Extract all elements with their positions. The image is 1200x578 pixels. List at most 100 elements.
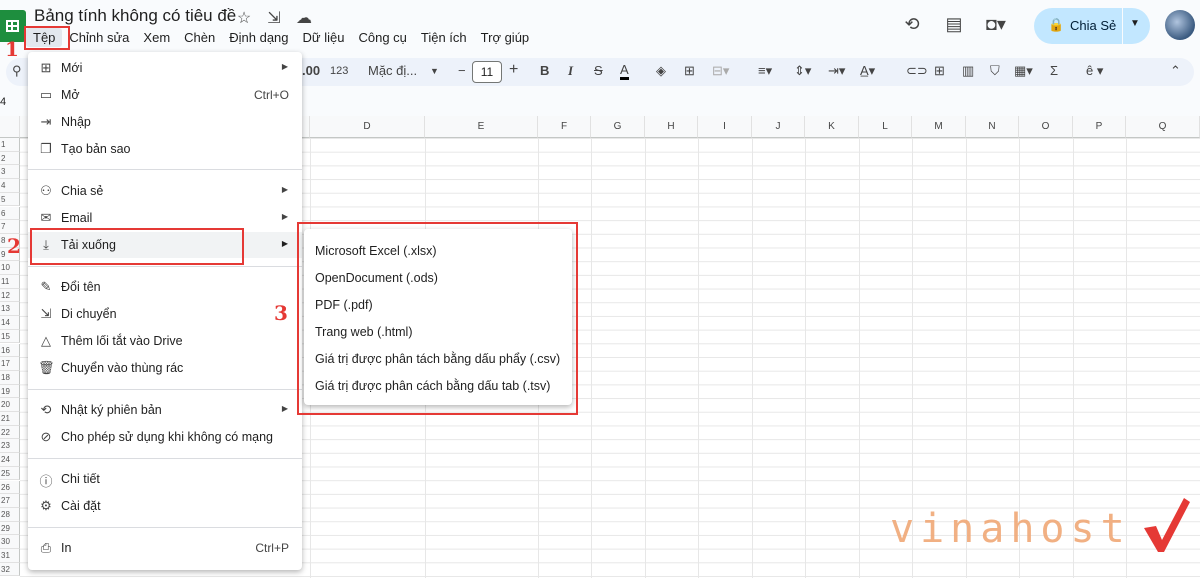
menu-edit[interactable]: Chỉnh sửa [62, 28, 136, 47]
menu-tools[interactable]: Công cụ [351, 28, 413, 47]
search-menus-icon[interactable]: ⚲ [12, 63, 22, 79]
filter-icon[interactable]: ⛉ [990, 63, 1000, 79]
row-header[interactable]: 25 [0, 466, 20, 481]
menu-item-rename[interactable]: ✎ Đổi tên [28, 274, 302, 300]
column-header[interactable]: L [859, 116, 912, 138]
column-header[interactable]: P [1073, 116, 1126, 138]
row-header[interactable]: 15 [0, 329, 20, 344]
italic-icon[interactable]: I [568, 63, 573, 79]
column-header[interactable]: N [966, 116, 1019, 138]
column-header[interactable]: M [912, 116, 966, 138]
row-header[interactable]: 30 [0, 535, 20, 549]
menu-item-offline[interactable]: ⊘ Cho phép sử dụng khi không có mạng [28, 424, 302, 450]
column-header[interactable]: D [310, 116, 425, 138]
decrease-font-size-button[interactable]: − [458, 63, 466, 78]
menu-item-share[interactable]: ⚇ Chia sẻ ▶ [28, 178, 302, 204]
column-header[interactable]: F [538, 116, 591, 138]
menu-extensions[interactable]: Tiện ích [414, 28, 474, 47]
row-header[interactable]: 23 [0, 439, 20, 454]
select-all-corner[interactable] [0, 116, 20, 138]
row-header[interactable]: 20 [0, 398, 20, 412]
history-icon[interactable]: ⟲ [900, 14, 924, 35]
row-header[interactable]: 32 [0, 562, 20, 577]
row-header[interactable]: 14 [0, 316, 20, 330]
row-header[interactable]: 22 [0, 425, 20, 440]
row-header[interactable]: 28 [0, 507, 20, 522]
number-format-button[interactable]: 123 [330, 65, 348, 77]
row-header[interactable]: 6 [0, 206, 20, 221]
row-header[interactable]: 27 [0, 494, 20, 508]
meet-icon[interactable]: ◘▾ [984, 14, 1008, 35]
move-folder-icon[interactable]: ⇲ [264, 8, 284, 28]
avatar[interactable] [1165, 10, 1195, 40]
link-icon[interactable]: ⊂⊃ [906, 63, 928, 79]
name-box[interactable]: 4 [0, 96, 6, 108]
font-dropdown-icon[interactable]: ▼ [430, 66, 439, 76]
menu-item-open[interactable]: ▭ Mở Ctrl+O [28, 82, 302, 108]
text-color-icon[interactable]: A [620, 63, 629, 80]
bold-icon[interactable]: B [540, 63, 549, 78]
row-header[interactable]: 7 [0, 220, 20, 234]
menu-item-add-shortcut[interactable]: △ Thêm lối tắt vào Drive [28, 328, 302, 354]
fill-color-icon[interactable]: ◈ [656, 63, 666, 79]
menu-item-trash[interactable]: 🗑 Chuyển vào thùng rác [28, 355, 302, 381]
row-header[interactable]: 2 [0, 151, 20, 166]
vertical-align-icon[interactable]: ⇕▾ [794, 63, 811, 79]
row-header[interactable]: 31 [0, 549, 20, 563]
menu-item-new[interactable]: ⊞ Mới ▶ [28, 55, 302, 81]
menu-data[interactable]: Dữ liệu [296, 28, 352, 47]
row-header[interactable]: 17 [0, 357, 20, 371]
column-header[interactable]: K [805, 116, 859, 138]
cloud-status-icon[interactable]: ☁ [294, 8, 314, 28]
strikethrough-icon[interactable]: S [594, 63, 603, 78]
align-left-icon[interactable]: ≡▾ [758, 63, 772, 79]
menu-insert[interactable]: Chèn [177, 28, 222, 47]
row-header[interactable]: 4 [0, 179, 20, 193]
input-tools-icon[interactable]: ê ▾ [1086, 63, 1103, 79]
collapse-toolbar-icon[interactable]: ⌃ [1170, 63, 1181, 79]
star-icon[interactable]: ☆ [234, 8, 254, 28]
row-header[interactable]: 21 [0, 412, 20, 426]
filter-views-icon[interactable]: ▦▾ [1014, 63, 1033, 79]
row-header[interactable]: 5 [0, 192, 20, 207]
column-header[interactable]: O [1019, 116, 1073, 138]
column-header[interactable]: Q [1126, 116, 1200, 138]
menu-item-print[interactable]: ⎙ In Ctrl+P [28, 535, 302, 561]
document-title[interactable]: Bảng tính không có tiêu đề [34, 6, 236, 26]
row-header[interactable]: 16 [0, 343, 20, 358]
menu-item-details[interactable]: ⓘ Chi tiết [28, 466, 302, 492]
comment-icon[interactable]: ▤ [942, 14, 966, 35]
insert-chart-icon[interactable]: ▥ [962, 63, 974, 79]
column-header[interactable]: H [645, 116, 698, 138]
functions-icon[interactable]: Σ [1050, 63, 1058, 78]
text-rotation-icon[interactable]: A̲▾ [860, 63, 875, 79]
menu-item-move[interactable]: ⇲ Di chuyển [28, 301, 302, 327]
share-button[interactable]: 🔒 Chia Sẻ ▼ [1034, 8, 1150, 44]
row-header[interactable]: 29 [0, 521, 20, 536]
font-select[interactable]: Mặc đị... [368, 63, 417, 78]
font-size-input[interactable]: 11 [472, 61, 502, 83]
increase-font-size-button[interactable]: + [509, 61, 518, 79]
row-header[interactable]: 13 [0, 302, 20, 317]
row-header[interactable]: 19 [0, 384, 20, 399]
menu-help[interactable]: Trợ giúp [474, 28, 537, 47]
share-dropdown-icon[interactable]: ▼ [1130, 18, 1140, 29]
merge-cells-icon[interactable]: ⊟▾ [712, 63, 729, 79]
decrease-decimal-button[interactable]: .00 [302, 63, 320, 78]
column-header[interactable]: J [752, 116, 805, 138]
row-header[interactable]: 24 [0, 453, 20, 467]
row-header[interactable]: 3 [0, 165, 20, 180]
row-header[interactable]: 1 [0, 138, 20, 152]
text-wrap-icon[interactable]: ⇥▾ [828, 63, 845, 79]
menu-view[interactable]: Xem [136, 28, 177, 47]
row-header[interactable]: 10 [0, 261, 20, 275]
row-header[interactable]: 18 [0, 370, 20, 385]
column-header[interactable]: G [591, 116, 645, 138]
borders-icon[interactable]: ⊞ [684, 63, 695, 79]
menu-item-settings[interactable]: ⚙ Cài đặt [28, 493, 302, 519]
column-header[interactable]: E [425, 116, 538, 138]
menu-format[interactable]: Định dạng [222, 28, 295, 47]
insert-comment-icon[interactable]: ⊞ [934, 63, 945, 79]
row-header[interactable]: 26 [0, 480, 20, 495]
column-header[interactable]: I [698, 116, 752, 138]
